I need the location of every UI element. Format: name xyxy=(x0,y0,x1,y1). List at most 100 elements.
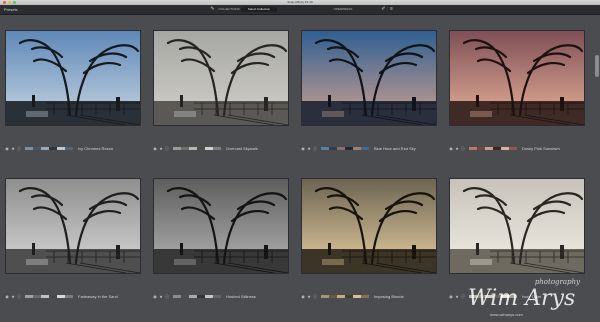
color-swatch xyxy=(345,147,353,150)
watermark-url: www.wimarys.com xyxy=(490,312,523,317)
watermark-name: Wim Arys xyxy=(468,286,576,311)
toolbar: Presets ✎ COLLECTIONS Select Collection … xyxy=(0,5,600,15)
preset-meta-bar: ◉ ★ ⓘ Hushed Stillness xyxy=(153,292,289,302)
color-swatch xyxy=(41,295,49,298)
preset-card[interactable]: ◉ ★ ⓘ Overcast Skywalk xyxy=(153,30,289,151)
star-icon[interactable]: ★ xyxy=(11,147,15,151)
eye-icon[interactable]: ◉ xyxy=(449,147,453,151)
tab-select-collection[interactable]: Select Collection xyxy=(241,7,277,12)
color-swatch xyxy=(337,295,345,298)
preset-meta-bar: ◉ ★ ⓘ Imposing Blonde xyxy=(301,292,437,302)
info-icon[interactable]: ⓘ xyxy=(461,147,465,151)
preset-meta-bar: ◉ ★ ⓘ Fadeaway in the Sand xyxy=(5,292,141,302)
color-swatch xyxy=(189,147,197,150)
color-swatch xyxy=(321,147,329,150)
eye-icon[interactable]: ◉ xyxy=(153,147,157,151)
color-swatch xyxy=(189,295,197,298)
eye-icon[interactable]: ◉ xyxy=(301,295,305,299)
eye-icon[interactable]: ◉ xyxy=(5,147,9,151)
tab-collections[interactable]: COLLECTIONS xyxy=(218,7,240,12)
star-icon[interactable]: ★ xyxy=(11,295,15,299)
color-swatch xyxy=(41,147,49,150)
preset-card[interactable]: ◉ ★ ⓘ Ivy Chromex Rezza xyxy=(5,30,141,151)
watermark: photography Wim Arys www.wimarys.com xyxy=(468,278,588,318)
info-icon[interactable]: ⓘ xyxy=(461,295,465,299)
scrollbar[interactable] xyxy=(595,55,599,77)
color-swatch xyxy=(321,295,329,298)
preset-thumbnail[interactable] xyxy=(301,30,437,126)
info-icon[interactable]: ⓘ xyxy=(313,295,317,299)
color-swatch xyxy=(353,295,361,298)
color-swatch xyxy=(181,295,189,298)
eye-icon[interactable]: ◉ xyxy=(301,147,305,151)
color-swatch xyxy=(65,147,73,150)
color-swatch xyxy=(197,147,205,150)
panel-label: Presets xyxy=(4,7,18,12)
menu-icon[interactable]: ≡ xyxy=(389,7,394,12)
color-swatch xyxy=(213,295,221,298)
color-swatch xyxy=(33,295,41,298)
brush-icon[interactable]: ✎ xyxy=(210,7,215,12)
preset-thumbnail[interactable] xyxy=(449,178,585,274)
preset-thumbnail[interactable] xyxy=(153,30,289,126)
color-swatch xyxy=(493,147,501,150)
preset-card[interactable]: ◉ ★ ⓘ Dusky Pink Sundown xyxy=(449,30,585,151)
watermark-tag: photography xyxy=(534,278,580,286)
tab-openpress[interactable]: OPENPRESS xyxy=(330,7,356,12)
preset-thumbnail[interactable] xyxy=(153,178,289,274)
preset-label: Overcast Skywalk xyxy=(226,146,258,151)
color-swatch xyxy=(49,295,57,298)
color-swatch xyxy=(501,147,509,150)
preset-label: Dusky Pink Sundown xyxy=(522,146,560,151)
color-swatch xyxy=(57,295,65,298)
color-swatch xyxy=(509,147,517,150)
info-icon[interactable]: ⓘ xyxy=(165,295,169,299)
info-icon[interactable]: ⓘ xyxy=(17,147,21,151)
eye-icon[interactable]: ◉ xyxy=(449,295,453,299)
preset-thumbnail[interactable] xyxy=(449,30,585,126)
edit-icon[interactable]: ✐ xyxy=(381,7,386,12)
color-swatch xyxy=(477,147,485,150)
star-icon[interactable]: ★ xyxy=(159,295,163,299)
color-swatch xyxy=(205,295,213,298)
preset-label: Blue Hour and Red Sky xyxy=(374,146,416,151)
preset-thumbnail[interactable] xyxy=(301,178,437,274)
color-swatch xyxy=(173,295,181,298)
eye-icon[interactable]: ◉ xyxy=(153,295,157,299)
color-swatch xyxy=(25,147,33,150)
color-swatch xyxy=(57,147,65,150)
color-swatch xyxy=(345,295,353,298)
color-swatch xyxy=(197,295,205,298)
color-swatch xyxy=(469,147,477,150)
color-swatch xyxy=(25,295,33,298)
star-icon[interactable]: ★ xyxy=(159,147,163,151)
preset-meta-bar: ◉ ★ ⓘ Blue Hour and Red Sky xyxy=(301,144,437,154)
preset-label: Hushed Stillness xyxy=(226,294,256,299)
preset-card[interactable]: ◉ ★ ⓘ Blue Hour and Red Sky xyxy=(301,30,437,151)
info-icon[interactable]: ⓘ xyxy=(165,147,169,151)
star-icon[interactable]: ★ xyxy=(307,295,311,299)
preset-card[interactable]: ◉ ★ ⓘ Hushed Stillness xyxy=(153,178,289,299)
star-icon[interactable]: ★ xyxy=(455,147,459,151)
color-swatch xyxy=(361,147,369,150)
color-swatch xyxy=(329,295,337,298)
preset-thumbnail[interactable] xyxy=(5,178,141,274)
star-icon[interactable]: ★ xyxy=(455,295,459,299)
info-icon[interactable]: ⓘ xyxy=(313,147,317,151)
preset-thumbnail[interactable] xyxy=(5,30,141,126)
color-swatch xyxy=(49,147,57,150)
info-icon[interactable]: ⓘ xyxy=(17,295,21,299)
star-icon[interactable]: ★ xyxy=(307,147,311,151)
preset-label: Ivy Chromex Rezza xyxy=(78,146,113,151)
preset-card[interactable]: ◉ ★ ⓘ Ivory Quiet xyxy=(449,178,585,299)
preset-meta-bar: ◉ ★ ⓘ Ivy Chromex Rezza xyxy=(5,144,141,154)
preset-card[interactable]: ◉ ★ ⓘ Imposing Blonde xyxy=(301,178,437,299)
color-swatch xyxy=(205,147,213,150)
preset-card[interactable]: ◉ ★ ⓘ Fadeaway in the Sand xyxy=(5,178,141,299)
color-swatch xyxy=(173,147,181,150)
color-swatch xyxy=(337,147,345,150)
eye-icon[interactable]: ◉ xyxy=(5,295,9,299)
color-swatch xyxy=(33,147,41,150)
color-swatch xyxy=(361,295,369,298)
color-swatch xyxy=(181,147,189,150)
